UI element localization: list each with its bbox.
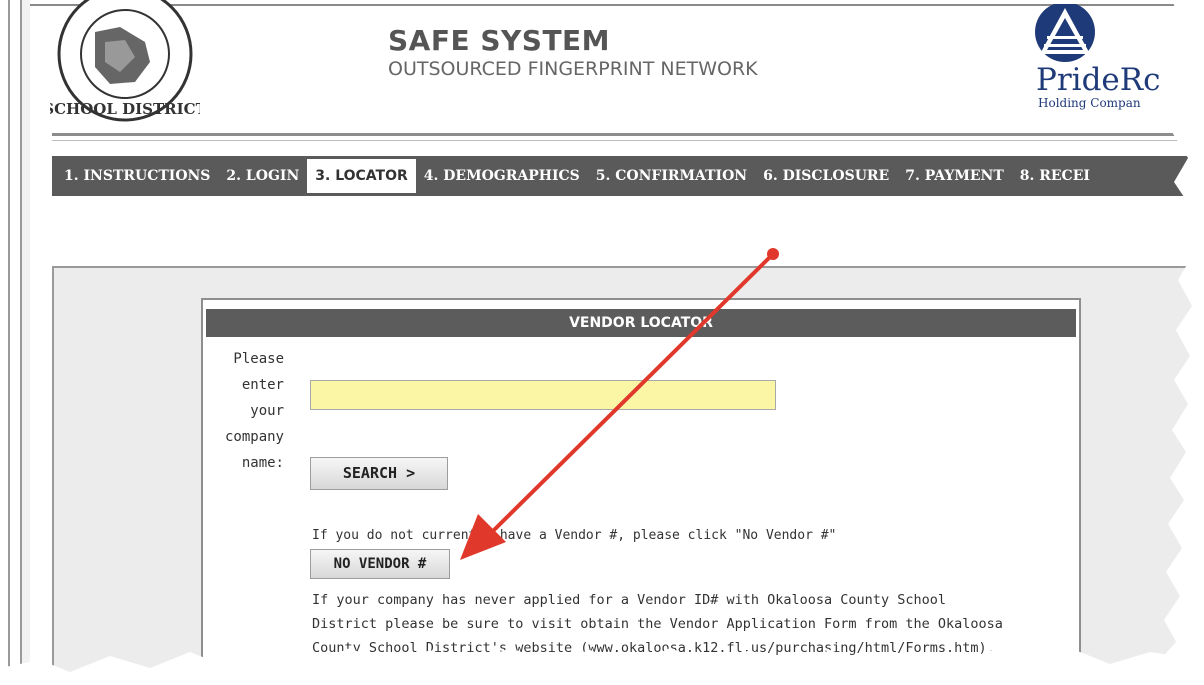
tab-receipt[interactable]: 8. RECEI xyxy=(1012,156,1098,196)
window-left-edge xyxy=(0,0,30,685)
info-line: District please be sure to visit obtain … xyxy=(312,616,1003,632)
page-title: SAFE SYSTEM xyxy=(388,24,611,57)
page-subtitle: OUTSOURCED FINGERPRINT NETWORK xyxy=(388,58,758,80)
tab-locator[interactable]: 3. LOCATOR xyxy=(307,159,416,193)
header-divider xyxy=(52,133,1204,136)
window-top-line xyxy=(30,4,1204,6)
screenshot-frame: SCHOOL DISTRICT SAFE SYSTEM OUTSOURCED F… xyxy=(0,0,1204,685)
no-vendor-button[interactable]: NO VENDOR # xyxy=(310,549,450,579)
prompt-line: enter your xyxy=(241,377,284,419)
no-vendor-note: If you do not currently have a Vendor #,… xyxy=(312,528,837,543)
partner-logo-subtitle: Holding Compan xyxy=(1038,96,1141,110)
company-name-input[interactable] xyxy=(310,380,776,410)
vendor-locator-header: VENDOR LOCATOR xyxy=(206,309,1076,337)
tab-instructions[interactable]: 1. INSTRUCTIONS xyxy=(52,156,218,196)
prompt-line: Please xyxy=(233,351,284,367)
tab-demographics[interactable]: 4. DEMOGRAPHICS xyxy=(416,156,588,196)
search-button[interactable]: SEARCH > xyxy=(310,457,448,490)
tab-confirmation[interactable]: 5. CONFIRMATION xyxy=(588,156,755,196)
prompt-line: name: xyxy=(241,455,284,471)
partner-logo-name: PrideRc xyxy=(1036,62,1161,98)
info-line: County School District's website (www.ok… xyxy=(312,640,995,656)
pride-triangle-icon xyxy=(1035,4,1095,62)
school-seal-icon: SCHOOL DISTRICT xyxy=(50,0,200,122)
tab-login[interactable]: 2. LOGIN xyxy=(218,156,307,196)
svg-text:SCHOOL DISTRICT: SCHOOL DISTRICT xyxy=(50,100,200,118)
tab-payment[interactable]: 7. PAYMENT xyxy=(897,156,1012,196)
header-divider-thin xyxy=(52,140,1204,141)
step-nav: 1. INSTRUCTIONS 2. LOGIN 3. LOCATOR 4. D… xyxy=(52,156,1204,196)
prompt-line: company xyxy=(224,429,284,445)
tab-disclosure[interactable]: 6. DISCLOSURE xyxy=(755,156,897,196)
vendor-info-paragraph: If your company has never applied for a … xyxy=(312,588,1072,660)
company-name-label: Please enter your company name: xyxy=(204,346,284,476)
info-line: If your company has never applied for a … xyxy=(312,592,946,608)
